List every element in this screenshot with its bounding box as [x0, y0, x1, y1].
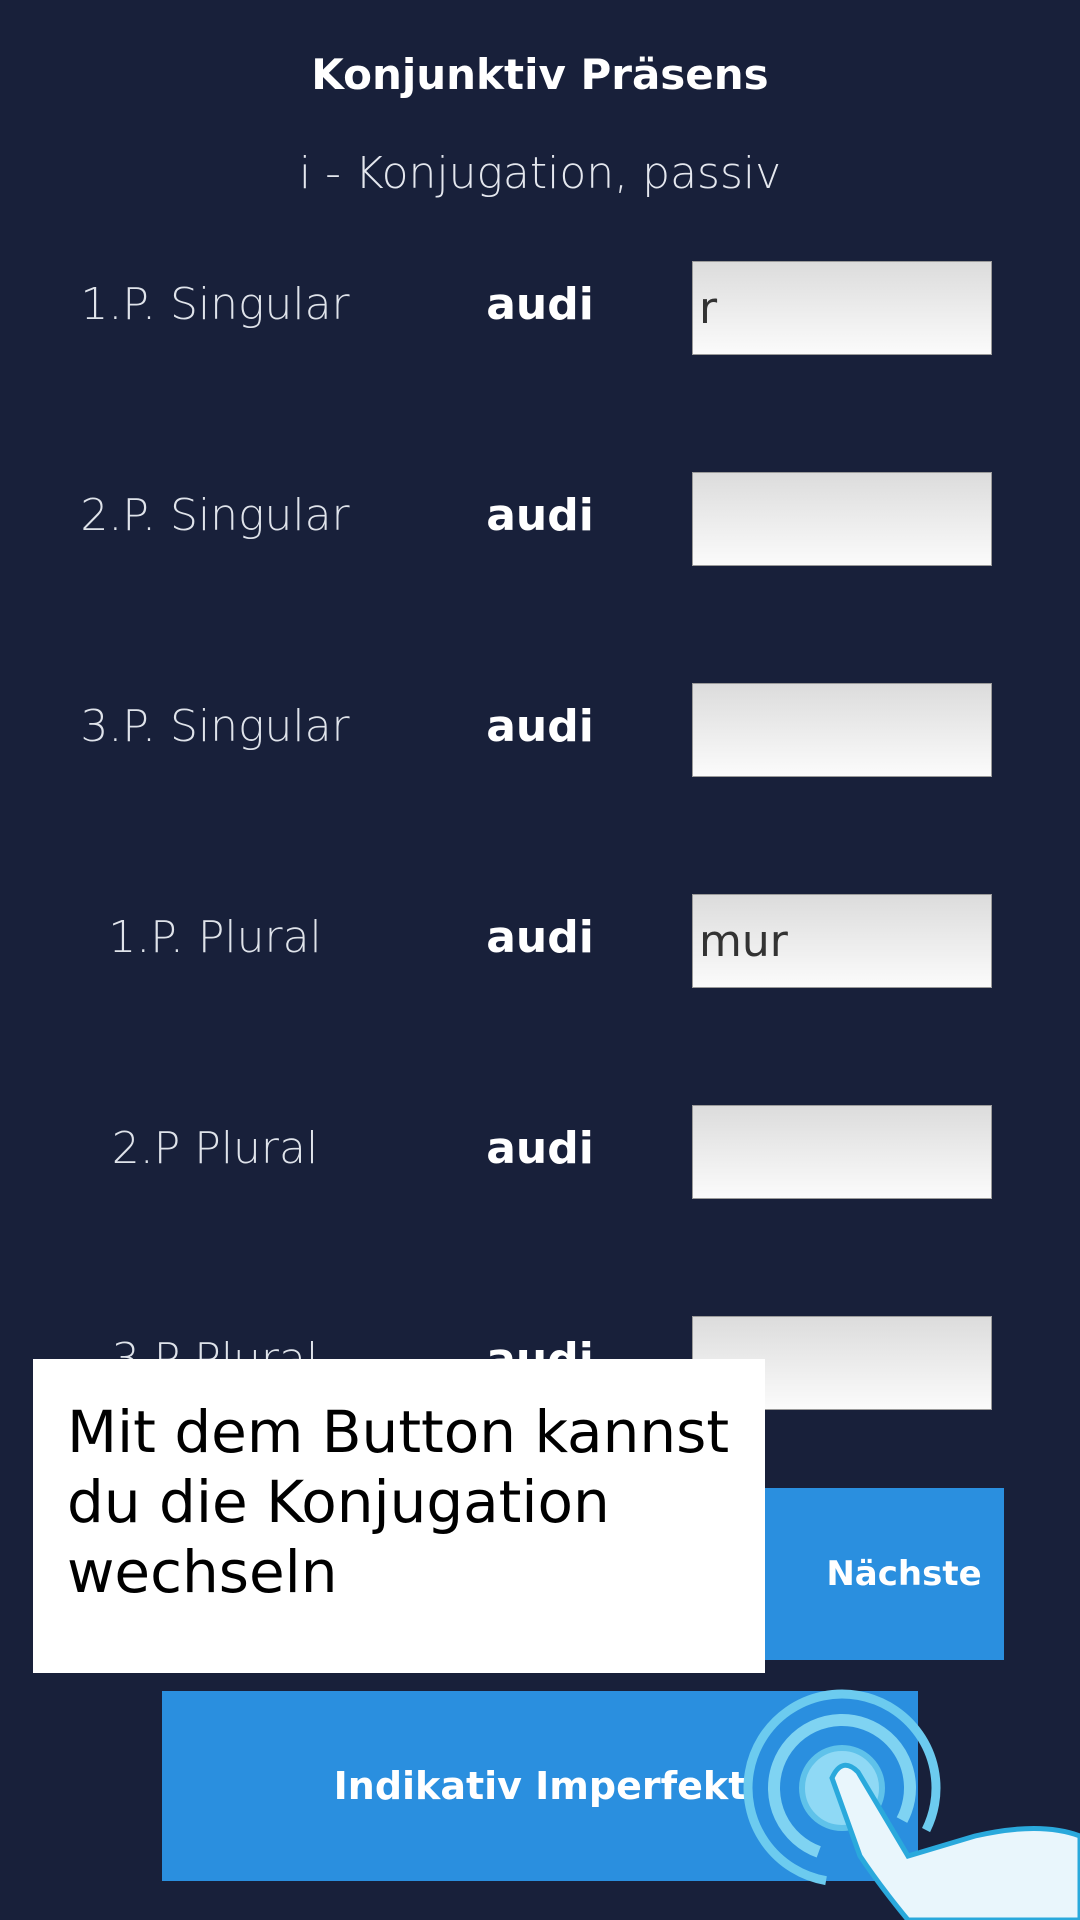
verb-stem: audi	[486, 912, 594, 963]
conjugation-row: 2.P Plural audi	[0, 1105, 1080, 1199]
person-label: 1.P. Singular	[80, 279, 350, 330]
ending-input[interactable]	[692, 1105, 992, 1199]
person-label: 3.P. Singular	[80, 701, 350, 752]
next-button[interactable]: Nächste	[764, 1488, 1004, 1660]
conjugation-row: 1.P. Singular audi	[0, 261, 1080, 355]
verb-stem: audi	[486, 701, 594, 752]
conjugation-row: 3.P. Singular audi	[0, 683, 1080, 777]
tap-hand-icon	[743, 1689, 1080, 1920]
ending-input[interactable]	[692, 894, 992, 988]
verb-stem: audi	[486, 490, 594, 541]
conjugation-screen: Konjunktiv Präsens i - Konjugation, pass…	[0, 0, 1080, 1920]
page-subtitle: i - Konjugation, passiv	[298, 148, 782, 199]
ending-input[interactable]	[692, 472, 992, 566]
conjugation-row: 1.P. Plural audi	[0, 894, 1080, 988]
verb-stem: audi	[486, 1123, 594, 1174]
page-title: Konjunktiv Präsens	[311, 50, 769, 99]
ending-input[interactable]	[692, 261, 992, 355]
verb-stem: audi	[486, 279, 594, 330]
tutorial-tooltip: Mit dem Button kannst du die Konjugation…	[33, 1359, 765, 1673]
person-label: 1.P. Plural	[108, 912, 322, 963]
conjugation-row: 2.P. Singular audi	[0, 472, 1080, 566]
person-label: 2.P. Singular	[80, 490, 350, 541]
ending-input[interactable]	[692, 683, 992, 777]
person-label: 2.P Plural	[111, 1123, 319, 1174]
